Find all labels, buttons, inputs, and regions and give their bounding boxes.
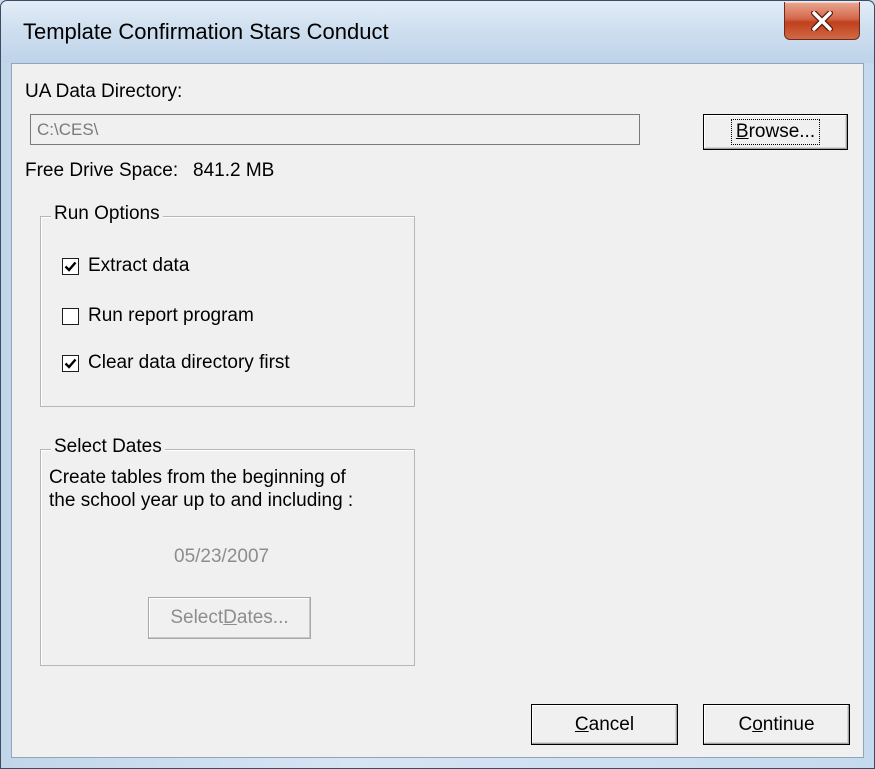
close-button[interactable] bbox=[784, 2, 860, 40]
run-report-label: Run report program bbox=[88, 305, 254, 326]
checkbox-checked-icon bbox=[62, 257, 79, 275]
checkbox-unchecked-icon bbox=[62, 307, 79, 325]
clear-directory-label: Clear data directory first bbox=[88, 352, 290, 373]
free-space-value: 841.2 MB bbox=[193, 160, 275, 181]
clear-directory-checkbox[interactable]: Clear data directory first bbox=[62, 352, 290, 374]
close-icon bbox=[811, 10, 833, 31]
extract-data-checkbox[interactable]: Extract data bbox=[62, 255, 189, 277]
data-directory-input[interactable] bbox=[30, 114, 640, 145]
extract-data-label: Extract data bbox=[88, 255, 190, 276]
run-options-title: Run Options bbox=[51, 203, 163, 225]
dates-description-line2: the school year up to and including : bbox=[49, 490, 354, 511]
free-space-label: Free Drive Space: bbox=[25, 160, 179, 181]
checkbox-checked-icon bbox=[62, 354, 79, 372]
dates-description-line1: Create tables from the beginning of bbox=[49, 467, 346, 488]
data-directory-label: UA Data Directory: bbox=[25, 81, 183, 102]
browse-focus-rect: Browse... bbox=[730, 119, 821, 145]
select-dates-button[interactable]: Select Dates... bbox=[148, 597, 311, 639]
window-title: Template Confirmation Stars Conduct bbox=[23, 19, 389, 44]
selected-date-value: 05/23/2007 bbox=[174, 546, 270, 567]
run-report-checkbox[interactable]: Run report program bbox=[62, 305, 254, 327]
browse-button[interactable]: Browse... bbox=[703, 114, 848, 150]
cancel-button[interactable]: Cancel bbox=[531, 704, 678, 745]
continue-button[interactable]: Co ntinue bbox=[703, 704, 850, 745]
select-dates-title: Select Dates bbox=[51, 436, 165, 458]
title-bar[interactable]: Template Confirmation Stars Conduct bbox=[1, 1, 874, 63]
